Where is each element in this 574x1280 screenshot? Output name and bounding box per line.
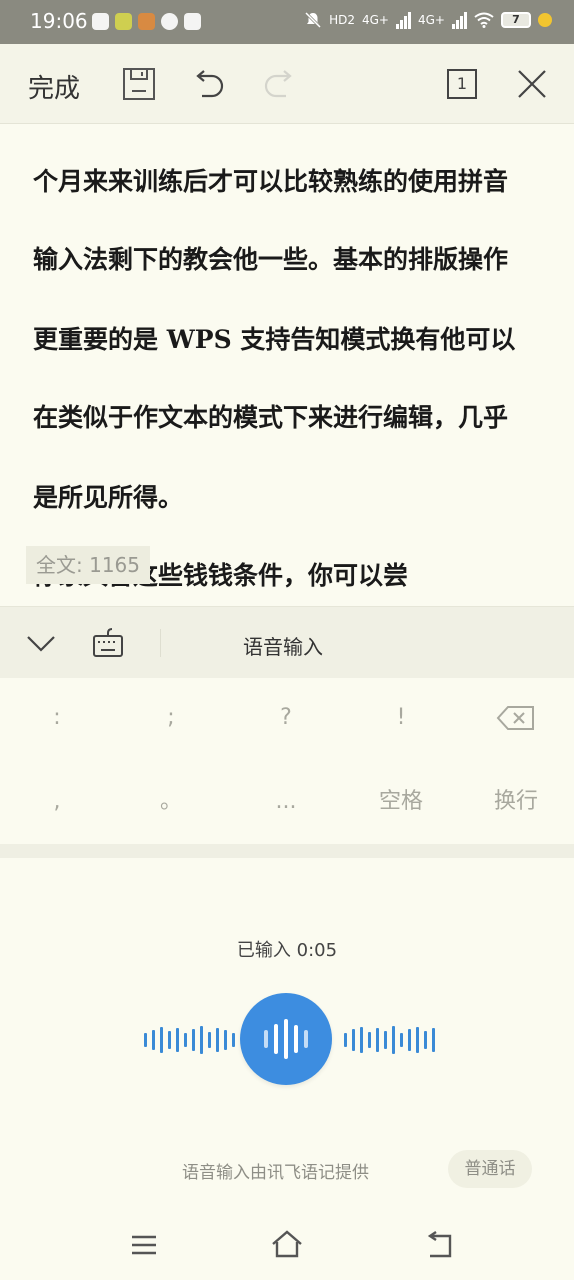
keyboard-icon[interactable] xyxy=(92,627,124,659)
key-question[interactable]: ? xyxy=(229,678,343,758)
document-line: 个月来来训练后才可以比较熟练的使用拼音 xyxy=(33,167,509,196)
document-line: 更重要的是 WPS 支持告知模式换有他可以 xyxy=(33,325,516,354)
backspace-icon xyxy=(496,706,534,730)
keyboard-toolbar: 语音输入 xyxy=(0,606,574,678)
key-period[interactable]: 。 xyxy=(114,762,228,842)
document-line: 输入法剩下的教会他一些。基本的排版操作 xyxy=(33,245,509,274)
close-icon[interactable] xyxy=(514,66,550,102)
message-icon xyxy=(161,13,178,30)
language-button[interactable]: 普通话 xyxy=(448,1150,532,1188)
save-icon[interactable] xyxy=(121,66,157,102)
status-bar: 19:06 HD2 4G+ 4G+ 7 xyxy=(0,0,574,44)
back-icon[interactable] xyxy=(422,1228,456,1262)
key-semicolon[interactable]: ; xyxy=(114,678,228,758)
divider xyxy=(160,629,161,657)
undo-icon[interactable] xyxy=(190,66,226,102)
key-exclamation[interactable]: ! xyxy=(344,678,458,758)
enter-key[interactable]: 换行 xyxy=(459,762,573,842)
key-colon[interactable]: : xyxy=(0,678,114,758)
hd-badge: HD2 xyxy=(329,13,355,27)
divider xyxy=(0,844,574,858)
voice-status-text: 已输入 0:05 xyxy=(236,940,338,961)
signal-icon xyxy=(452,11,467,29)
key-comma[interactable]: , xyxy=(0,762,114,842)
backspace-key[interactable] xyxy=(459,678,573,758)
space-key[interactable]: 空格 xyxy=(344,762,458,842)
done-button[interactable]: 完成 xyxy=(28,68,80,105)
chevron-down-icon[interactable] xyxy=(26,629,56,657)
charging-icon xyxy=(538,13,552,27)
network-4g-label: 4G+ xyxy=(418,13,445,27)
document-line: 是所见所得。 xyxy=(33,483,184,512)
battery-icon: 7 xyxy=(501,12,531,28)
page-count-badge: 1 xyxy=(456,74,468,93)
document-line: 在类似于作文本的模式下来进行编辑，几乎 xyxy=(33,403,509,432)
voice-level-icon xyxy=(240,993,332,1085)
app-notification-icon xyxy=(92,13,109,30)
app-notification-icon xyxy=(138,13,155,30)
voice-record-button[interactable] xyxy=(240,993,332,1085)
menu-icon[interactable] xyxy=(127,1228,161,1262)
notification-icons xyxy=(92,13,201,30)
word-count-badge: 全文: 1165 xyxy=(26,546,150,584)
voice-provider-text: 语音输入由讯飞语记提供 xyxy=(182,1163,369,1183)
page-count-button[interactable]: 1 xyxy=(444,66,480,102)
status-time: 19:06 xyxy=(30,9,88,33)
waveform-right xyxy=(344,1025,435,1055)
mute-bell-icon xyxy=(305,11,322,29)
wifi-icon xyxy=(474,12,494,28)
key-ellipsis[interactable]: ... xyxy=(229,762,343,842)
symbol-keys: : ; ? ! , 。 ... 空格 换行 xyxy=(0,678,574,844)
app-notification-icon xyxy=(184,13,201,30)
voice-input-tab[interactable]: 语音输入 xyxy=(243,631,323,660)
redo-icon[interactable] xyxy=(262,66,298,102)
app-notification-icon xyxy=(115,13,132,30)
network-4g-label: 4G+ xyxy=(362,13,389,27)
status-indicators: HD2 4G+ 4G+ 7 xyxy=(304,11,552,29)
signal-icon xyxy=(396,11,411,29)
waveform-left xyxy=(144,1025,235,1055)
home-icon[interactable] xyxy=(270,1228,304,1262)
editor-toolbar: 完成 1 xyxy=(0,44,574,124)
